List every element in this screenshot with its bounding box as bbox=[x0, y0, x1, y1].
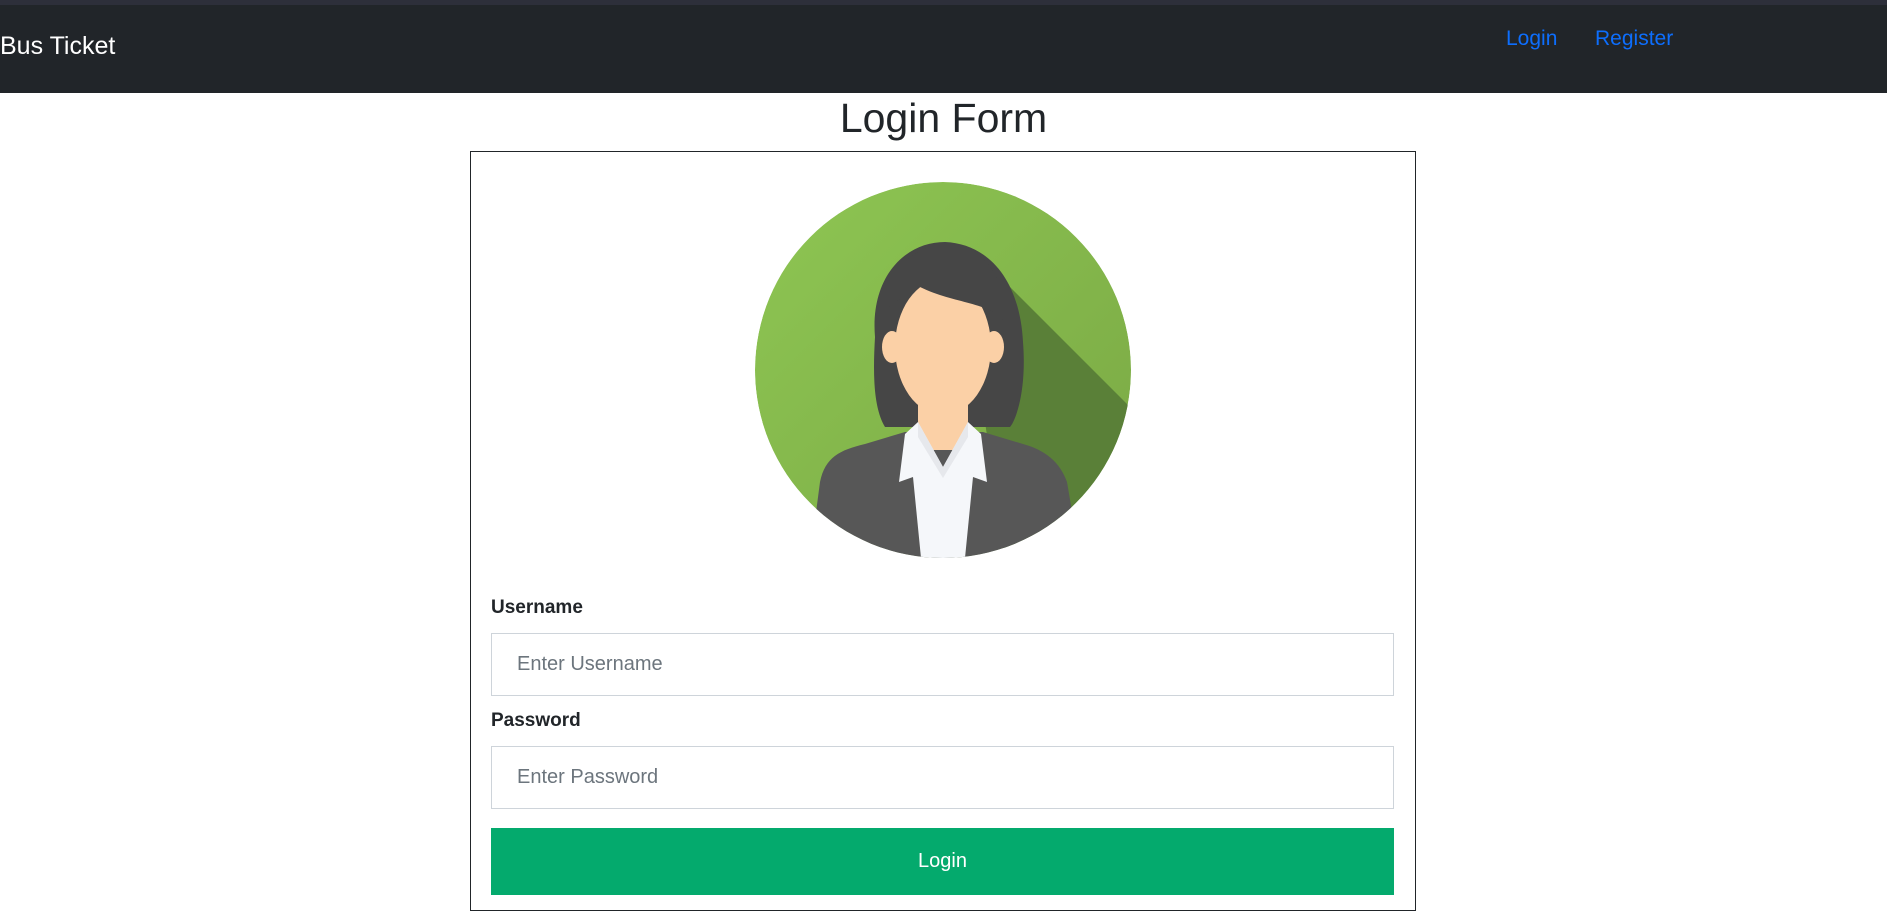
nav-register-link[interactable]: Register bbox=[1595, 27, 1673, 51]
businesswoman-avatar-icon bbox=[755, 182, 1131, 558]
login-button[interactable]: Login bbox=[491, 828, 1394, 895]
brand-link[interactable]: Bus Ticket bbox=[0, 32, 115, 61]
nav-login-link[interactable]: Login bbox=[1506, 27, 1557, 51]
username-label: Username bbox=[491, 597, 583, 618]
page-title: Login Form bbox=[839, 95, 1048, 141]
password-input[interactable] bbox=[491, 746, 1394, 809]
navbar: Bus Ticket Login Register bbox=[0, 5, 1887, 93]
login-card: Username Password Login bbox=[470, 151, 1416, 911]
username-input[interactable] bbox=[491, 633, 1394, 696]
password-label: Password bbox=[491, 710, 581, 731]
